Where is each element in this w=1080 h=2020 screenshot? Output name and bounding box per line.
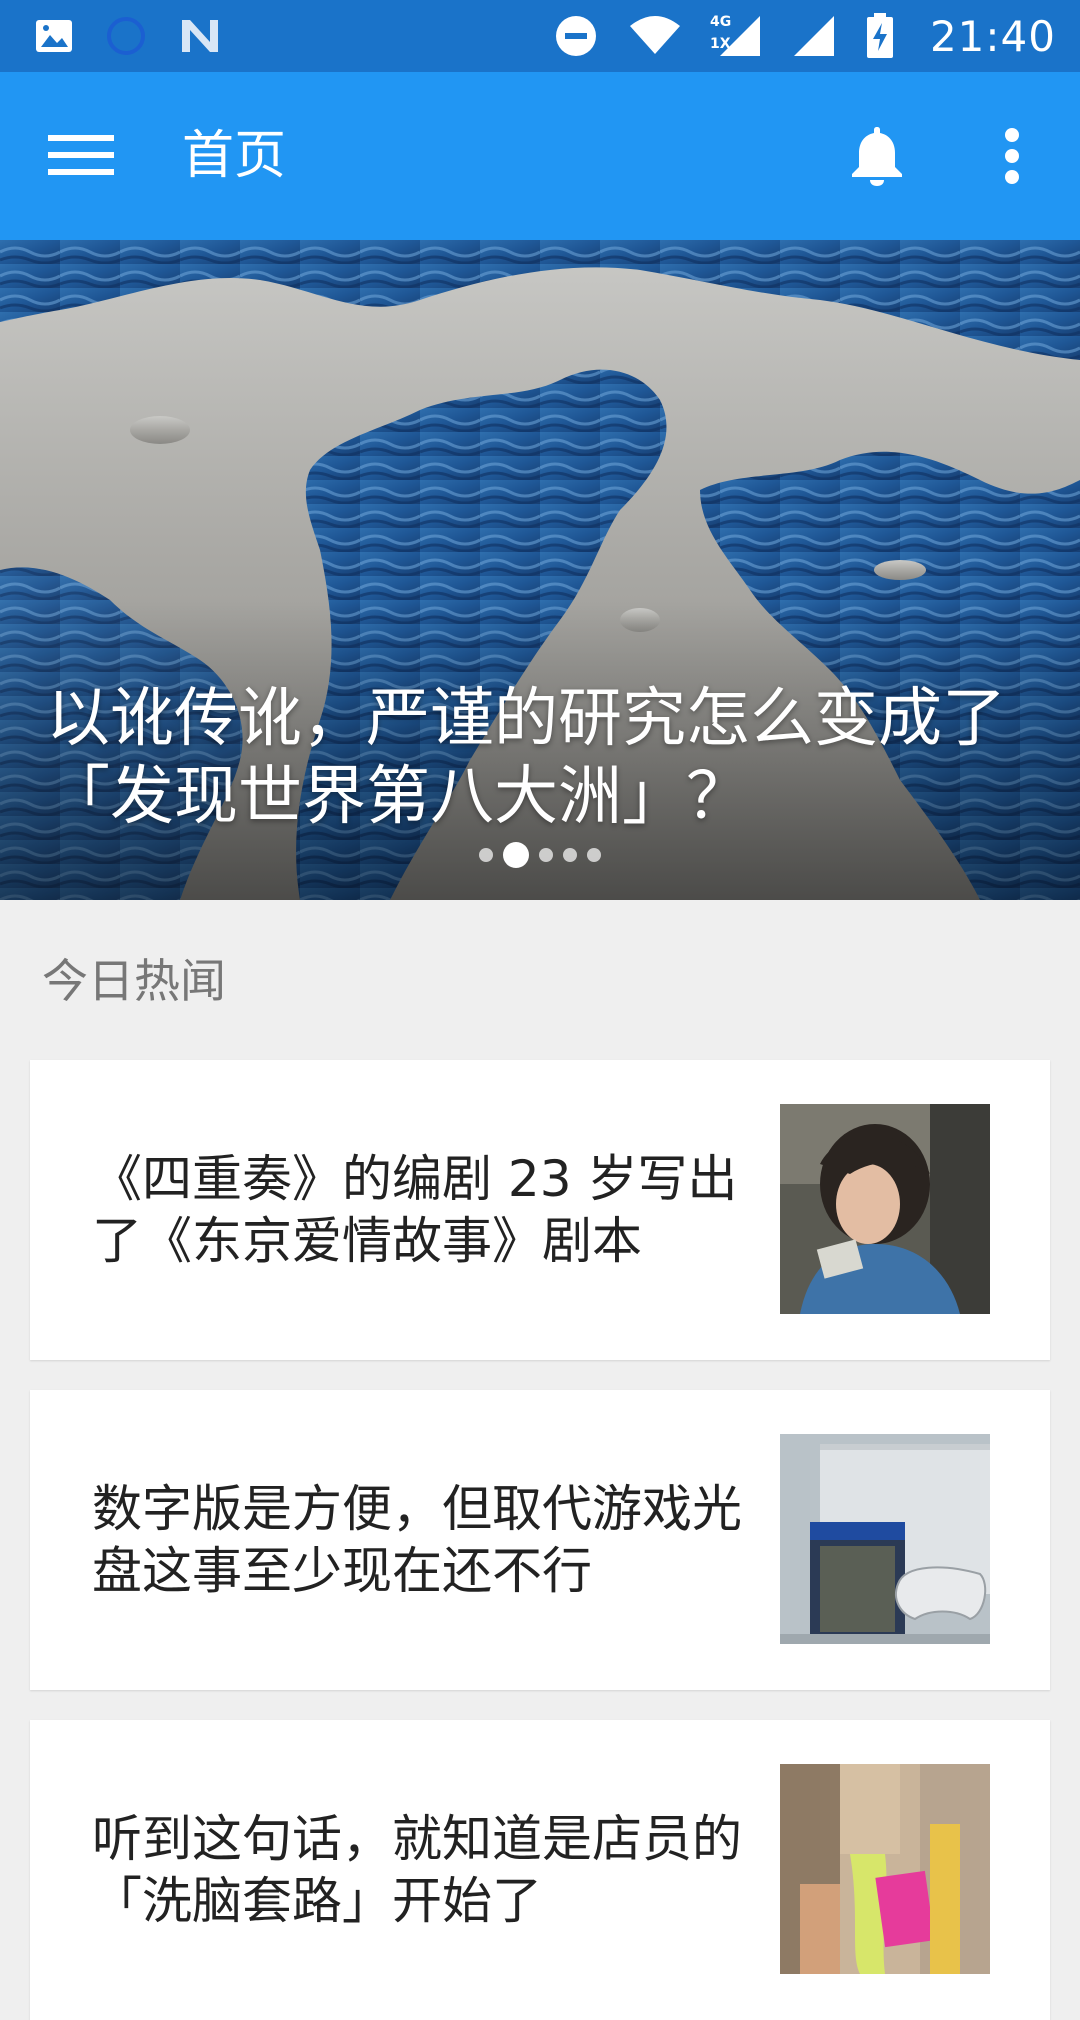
wifi-icon (628, 14, 682, 58)
clock: 21:40 (929, 11, 1056, 61)
status-bar: 4G 1X 21:40 (0, 0, 1080, 72)
story-thumbnail (780, 1104, 990, 1314)
bell-icon (852, 127, 902, 186)
menu-button[interactable] (36, 120, 126, 190)
network-type-bottom: 1X (709, 36, 731, 52)
carousel-indicator (0, 842, 1080, 868)
story-card[interactable]: 《四重奏》的编剧 23 岁写出了《东京爱情故事》剧本 (30, 1060, 1050, 1360)
featured-story-banner[interactable]: 以讹传讹，严谨的研究怎么变成了「发现世界第八大洲」？ (0, 240, 1080, 900)
featured-story-title: 以讹传讹，严谨的研究怎么变成了「发现世界第八大洲」？ (46, 682, 1006, 834)
carousel-dot-3[interactable] (539, 848, 553, 862)
more-vert-icon (1005, 128, 1019, 184)
status-left-icons (34, 14, 222, 58)
network-type-top: 4G (709, 14, 732, 30)
story-thumbnail (780, 1434, 990, 1644)
page-title: 首页 (182, 126, 287, 186)
story-thumbnail (780, 1764, 990, 1974)
app-bar: 首页 (0, 72, 1080, 240)
hamburger-menu-icon (48, 135, 114, 175)
status-right-icons: 4G 1X 21:40 (554, 12, 1056, 61)
story-title: 听到这句话，就知道是店员的「洗脑套路」开始了 (92, 1810, 742, 1930)
mobile-signal-4g-icon: 4G 1X (709, 14, 762, 58)
cell-signal-icon (792, 14, 836, 58)
section-title-today-news: 今日热闻 (42, 954, 226, 1008)
battery-charging-icon (866, 13, 894, 59)
sync-notification-icon (104, 14, 148, 58)
notifications-button[interactable] (842, 116, 912, 196)
more-options-button[interactable] (982, 116, 1042, 196)
story-card[interactable]: 数字版是方便，但取代游戏光盘这事至少现在还不行 (30, 1390, 1050, 1690)
story-title: 《四重奏》的编剧 23 岁写出了《东京爱情故事》剧本 (92, 1150, 738, 1270)
do-not-disturb-icon (554, 14, 598, 58)
story-title: 数字版是方便，但取代游戏光盘这事至少现在还不行 (92, 1480, 742, 1600)
carousel-dot-2-active[interactable] (503, 842, 529, 868)
n-logo-icon (178, 16, 222, 56)
story-card[interactable]: 听到这句话，就知道是店员的「洗脑套路」开始了 (30, 1720, 1050, 2020)
carousel-dot-1[interactable] (479, 848, 493, 862)
gallery-notification-icon (34, 18, 74, 54)
carousel-dot-5[interactable] (587, 848, 601, 862)
carousel-dot-4[interactable] (563, 848, 577, 862)
